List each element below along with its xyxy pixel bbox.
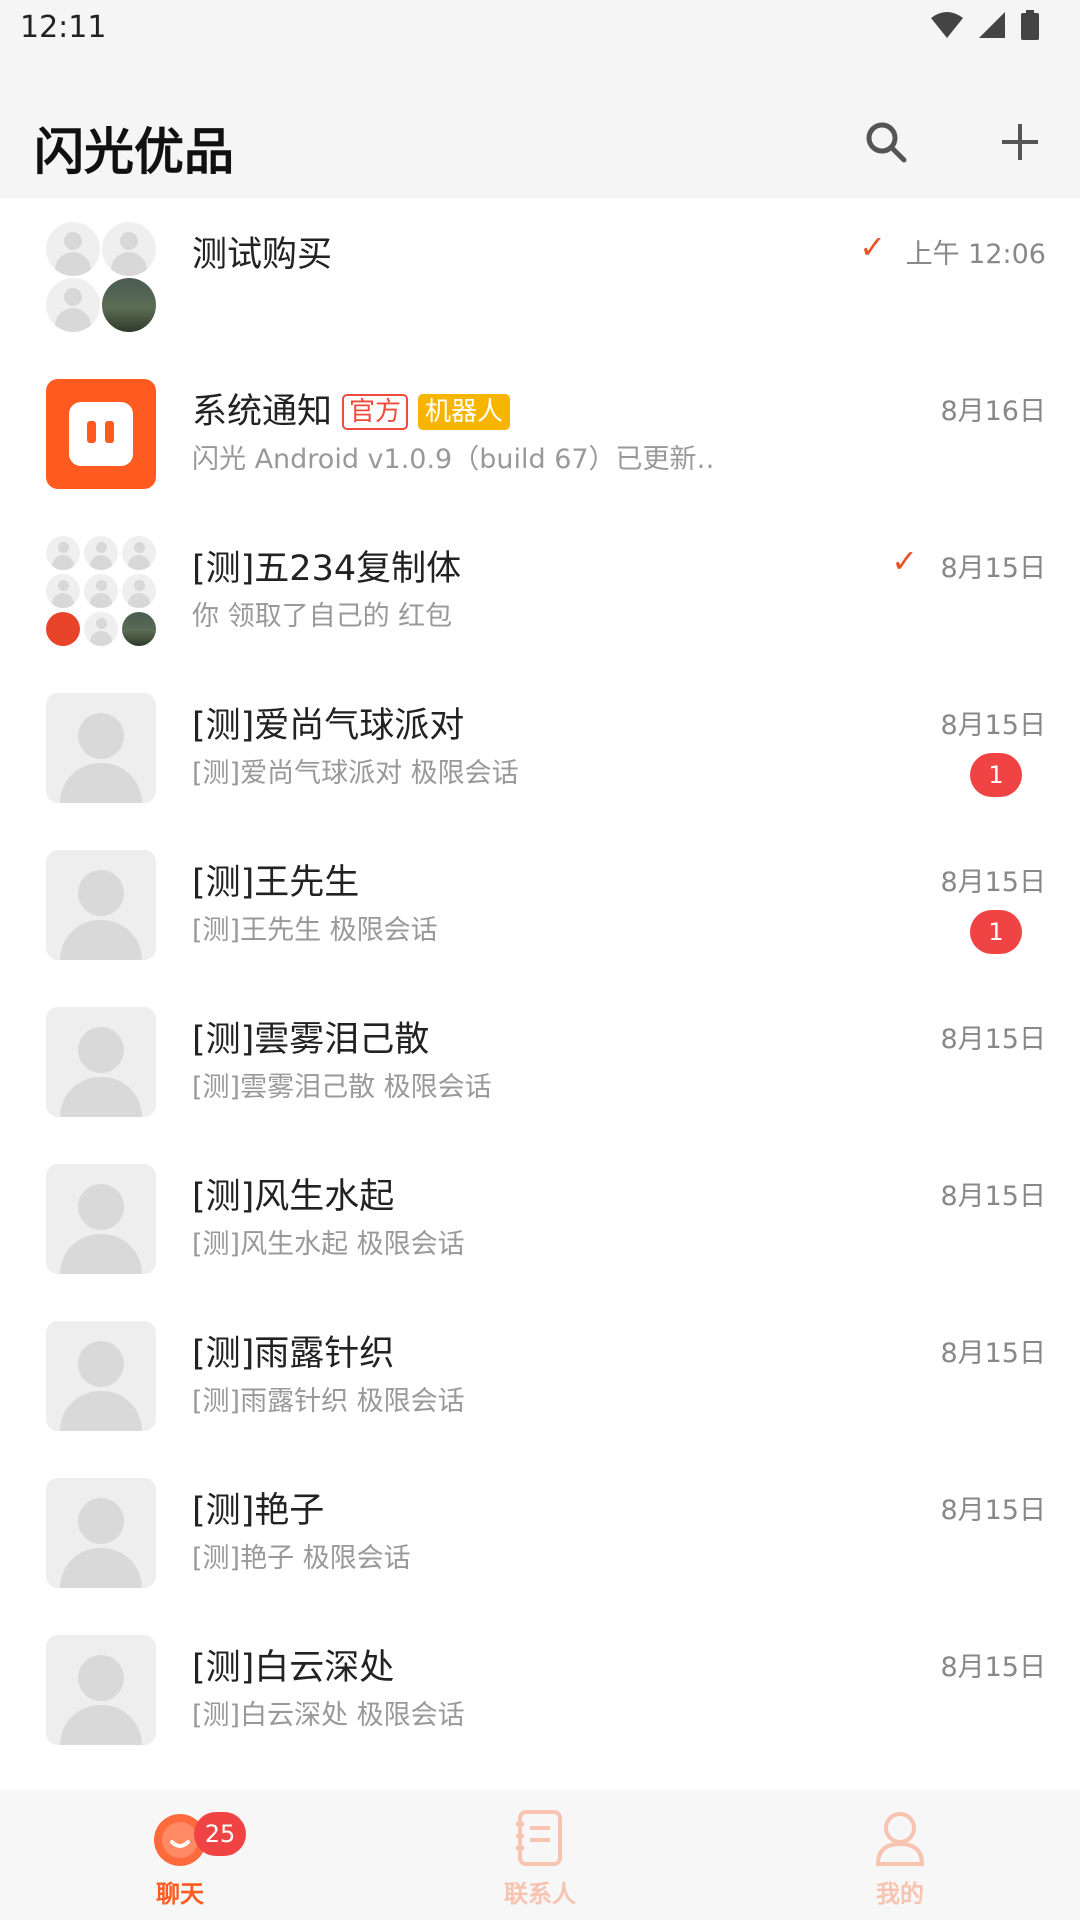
default-avatar bbox=[46, 1478, 156, 1588]
sent-check-icon: ✓ bbox=[891, 542, 918, 580]
bottom-tab-bar: 25 聊天 联系人 我的 bbox=[0, 1790, 1080, 1920]
conversation-name: [测]五234复制体 bbox=[192, 549, 462, 589]
status-bar: 12:11 bbox=[0, 0, 1080, 72]
conversation-time: 8月15日 bbox=[940, 710, 1046, 741]
search-button[interactable] bbox=[856, 112, 916, 172]
conversation-preview: [测]王先生 极限会话 bbox=[192, 915, 438, 946]
conversation-time: 8月15日 bbox=[940, 1495, 1046, 1526]
conversation-name: [测]雨露针织 bbox=[192, 1334, 395, 1374]
search-icon bbox=[866, 122, 907, 163]
conversation-list[interactable]: 测试购买 ✓ 上午 12:06 系统通知 官方 机器人 闪光 Android v1.… bbox=[0, 198, 1080, 1790]
conversation-time: 8月15日 bbox=[940, 1338, 1046, 1369]
conversation-time: 8月16日 bbox=[940, 396, 1046, 427]
conversation-name: 系统通知 官方 机器人 bbox=[192, 383, 511, 434]
conversation-name: [测]风生水起 bbox=[192, 1177, 395, 1217]
chat-unread-badge: 25 bbox=[194, 1812, 246, 1856]
conversation-time: 8月15日 bbox=[940, 1181, 1046, 1212]
conversation-preview: 你 领取了自己的 红包 bbox=[192, 601, 453, 632]
conversation-preview: 闪光 Android v1.0.9（build 67）已更新… bbox=[192, 444, 712, 475]
group-avatar bbox=[46, 222, 156, 332]
conversation-name: [测]艳子 bbox=[192, 1491, 325, 1531]
battery-icon bbox=[1021, 10, 1039, 40]
conversation-item[interactable]: [测]雨露针织 [测]雨露针织 极限会话 8月15日 bbox=[0, 1297, 1080, 1454]
conversation-time: 8月15日 bbox=[940, 867, 1046, 898]
conversation-preview: [测]爱尚气球派对 极限会话 bbox=[192, 758, 519, 789]
conversation-item[interactable]: [测]艳子 [测]艳子 极限会话 8月15日 bbox=[0, 1454, 1080, 1611]
tab-label: 联系人 bbox=[504, 1880, 576, 1908]
default-avatar bbox=[46, 1635, 156, 1745]
conversation-preview: [测]风生水起 极限会话 bbox=[192, 1229, 465, 1260]
tab-label: 聊天 bbox=[156, 1880, 204, 1908]
conversation-preview: [测]雲雾泪己散 极限会话 bbox=[192, 1072, 492, 1103]
sent-check-icon: ✓ bbox=[859, 228, 886, 266]
tab-me[interactable]: 我的 bbox=[800, 1790, 1000, 1920]
official-tag: 官方 bbox=[342, 394, 409, 430]
unread-badge: 1 bbox=[970, 910, 1022, 954]
conversation-name: [测]白云深处 bbox=[192, 1648, 395, 1688]
contacts-book-icon bbox=[516, 1810, 562, 1866]
conversation-preview: [测]艳子 极限会话 bbox=[192, 1543, 411, 1574]
conversation-time: 上午 12:06 bbox=[905, 239, 1046, 270]
default-avatar bbox=[46, 1164, 156, 1274]
status-icons bbox=[930, 10, 1040, 40]
conversation-preview: [测]白云深处 极限会话 bbox=[192, 1700, 465, 1731]
app-bar: 闪光优品 bbox=[0, 72, 1080, 198]
conversation-name-text: 系统通知 bbox=[192, 392, 333, 432]
person-icon bbox=[875, 1812, 925, 1866]
unread-badge: 1 bbox=[970, 753, 1022, 797]
app-logo-icon bbox=[69, 402, 133, 466]
tab-contacts[interactable]: 联系人 bbox=[440, 1790, 640, 1920]
default-avatar bbox=[46, 693, 156, 803]
conversation-time: 8月15日 bbox=[940, 553, 1046, 584]
conversation-item[interactable]: [测]五234复制体 你 领取了自己的 红包 ✓ 8月15日 bbox=[0, 512, 1080, 669]
page-title: 闪光优品 bbox=[34, 123, 234, 181]
conversation-item[interactable]: [测]白云深处 [测]白云深处 极限会话 8月15日 bbox=[0, 1611, 1080, 1768]
plus-icon bbox=[1002, 124, 1038, 160]
conversation-item[interactable]: [测]风生水起 [测]风生水起 极限会话 8月15日 bbox=[0, 1140, 1080, 1297]
conversation-item[interactable]: [测]爱尚气球派对 [测]爱尚气球派对 极限会话 8月15日 1 bbox=[0, 669, 1080, 826]
system-avatar bbox=[46, 379, 156, 489]
conversation-preview: [测]雨露针织 极限会话 bbox=[192, 1386, 465, 1417]
conversation-name: [测]雲雾泪己散 bbox=[192, 1020, 430, 1060]
conversation-item[interactable] bbox=[0, 1768, 1080, 1790]
conversation-name: [测]王先生 bbox=[192, 863, 360, 903]
wifi-icon bbox=[931, 12, 963, 38]
signal-icon bbox=[979, 12, 1005, 38]
bot-tag: 机器人 bbox=[418, 394, 511, 430]
conversation-time: 8月15日 bbox=[940, 1024, 1046, 1055]
conversation-item[interactable]: 测试购买 ✓ 上午 12:06 bbox=[0, 198, 1080, 355]
default-avatar bbox=[46, 1321, 156, 1431]
conversation-item[interactable]: 系统通知 官方 机器人 闪光 Android v1.0.9（build 67）已更新… bbox=[0, 355, 1080, 512]
conversation-item[interactable]: [测]雲雾泪己散 [测]雲雾泪己散 极限会话 8月15日 bbox=[0, 983, 1080, 1140]
conversation-item[interactable]: [测]王先生 [测]王先生 极限会话 8月15日 1 bbox=[0, 826, 1080, 983]
status-time: 12:11 bbox=[20, 10, 107, 45]
conversation-name: [测]爱尚气球派对 bbox=[192, 706, 465, 746]
group-avatar bbox=[46, 536, 156, 646]
conversation-time: 8月15日 bbox=[940, 1652, 1046, 1683]
tab-label: 我的 bbox=[876, 1880, 924, 1908]
tab-chat[interactable]: 25 聊天 bbox=[80, 1790, 280, 1920]
default-avatar bbox=[46, 850, 156, 960]
add-button[interactable] bbox=[990, 112, 1050, 172]
conversation-name: 测试购买 bbox=[192, 235, 333, 275]
default-avatar bbox=[46, 1007, 156, 1117]
